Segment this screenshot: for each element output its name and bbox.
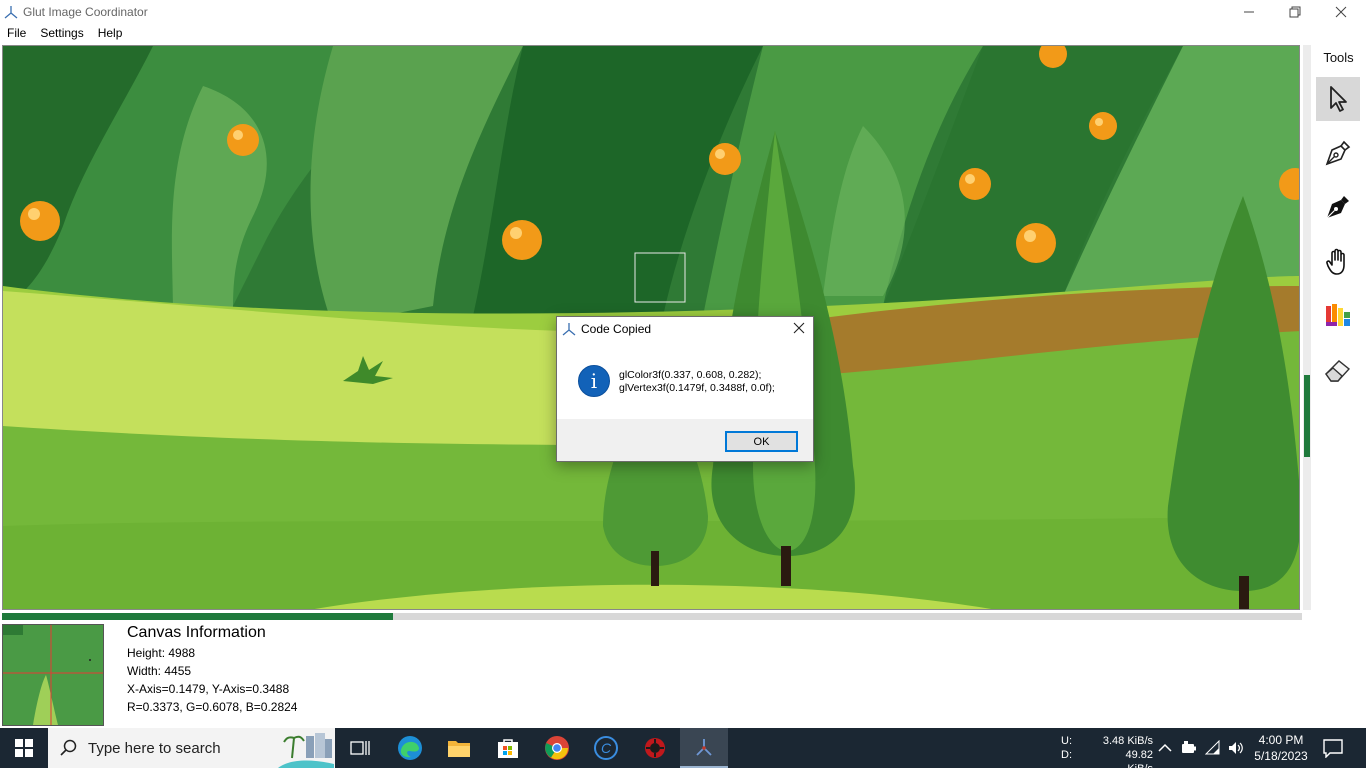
canvas-width: Width: 4455 — [127, 664, 192, 678]
dialog-close-button[interactable] — [785, 317, 813, 339]
code-copied-dialog: Code Copied i glColor3f(0.337, 0.608, 0.… — [556, 316, 814, 462]
minimize-button[interactable] — [1226, 0, 1272, 23]
eraser-icon — [1325, 360, 1351, 382]
ok-button[interactable]: OK — [725, 431, 798, 452]
taskbar: Type here to search C U: 3.48 KiB/s D: 4… — [0, 728, 1366, 775]
edge-taskbar-button[interactable] — [386, 728, 434, 768]
close-icon — [793, 322, 805, 334]
edge-icon — [398, 736, 422, 760]
red-app-taskbar-button[interactable] — [631, 728, 679, 768]
menu-settings[interactable]: Settings — [33, 23, 90, 43]
canvas-information: Canvas Information Height: 4988 Width: 4… — [127, 624, 297, 716]
volume-icon[interactable] — [1228, 740, 1244, 756]
ccleaner-taskbar-button[interactable]: C — [582, 728, 630, 768]
canvas-height: Height: 4988 — [127, 646, 196, 660]
restore-button[interactable] — [1272, 0, 1318, 23]
store-icon — [498, 739, 518, 758]
net-down-label: D: — [1061, 749, 1072, 761]
cursor-arrow-icon — [1330, 86, 1347, 112]
battery-icon[interactable] — [1181, 740, 1197, 756]
axis-coordinates: X-Axis=0.1479, Y-Axis=0.3488 — [127, 682, 290, 696]
eraser-tool-button[interactable] — [1316, 347, 1360, 391]
store-taskbar-button[interactable] — [484, 728, 532, 768]
canvas-thumbnail[interactable] — [2, 624, 104, 726]
dialog-message: glColor3f(0.337, 0.608, 0.282); glVertex3… — [619, 369, 775, 395]
app-red-icon — [645, 738, 665, 758]
pen-filled-tool-button[interactable] — [1316, 185, 1360, 229]
rgb-values: R=0.3373, G=0.6078, B=0.2824 — [127, 700, 298, 714]
chrome-icon — [545, 736, 569, 760]
info-icon: i — [578, 365, 610, 397]
search-placeholder: Type here to search — [88, 740, 221, 757]
dialog-body: i glColor3f(0.337, 0.608, 0.282); glVerte… — [557, 339, 813, 419]
app-logo-icon — [4, 6, 18, 19]
title-bar: Glut Image Coordinator — [0, 0, 1366, 23]
notification-center-icon[interactable] — [1322, 738, 1344, 758]
task-view-button[interactable] — [336, 728, 384, 768]
clock-time: 4:00 PM — [1258, 733, 1304, 747]
windows-logo-icon — [15, 739, 33, 757]
ccleaner-icon: C — [594, 736, 618, 760]
svg-text:C: C — [601, 740, 612, 756]
app-logo-icon — [562, 323, 576, 336]
menu-file[interactable]: File — [0, 23, 33, 43]
vertical-scroll-thumb[interactable] — [1304, 375, 1310, 457]
pen-nib-filled-icon — [1326, 196, 1349, 219]
menu-bar: File Settings Help — [0, 23, 1366, 43]
chrome-taskbar-button[interactable] — [533, 728, 581, 768]
tools-panel: Tools — [1311, 45, 1366, 610]
dialog-message-line-1: glColor3f(0.337, 0.608, 0.282); — [619, 369, 762, 381]
minimize-icon — [1244, 11, 1254, 12]
palette-tool-button[interactable] — [1316, 293, 1360, 337]
task-view-icon — [350, 741, 370, 755]
menu-help[interactable]: Help — [91, 23, 130, 43]
taskbar-search-box[interactable]: Type here to search — [48, 728, 335, 768]
system-clock[interactable]: 4:00 PM 5/18/2023 — [1250, 732, 1312, 764]
close-icon — [1335, 6, 1347, 17]
start-button[interactable] — [0, 728, 48, 768]
dialog-title: Code Copied — [581, 322, 652, 336]
pen-outline-tool-button[interactable] — [1316, 131, 1360, 175]
pen-nib-outline-icon — [1325, 140, 1351, 166]
chevron-up-icon[interactable] — [1157, 740, 1173, 756]
net-up-value: 3.48 KiB/s — [1102, 735, 1153, 747]
canvas-info-heading: Canvas Information — [127, 624, 266, 641]
file-explorer-icon — [448, 741, 470, 757]
select-tool-button[interactable] — [1316, 77, 1360, 121]
horizontal-scroll-thumb[interactable] — [2, 613, 393, 620]
net-up-label: U: — [1061, 735, 1072, 747]
search-icon — [60, 739, 77, 756]
tools-title: Tools — [1323, 50, 1354, 65]
hand-tool-button[interactable] — [1316, 239, 1360, 283]
window-title: Glut Image Coordinator — [23, 5, 148, 19]
wifi-icon[interactable] — [1205, 740, 1221, 756]
dialog-footer: OK — [557, 419, 813, 461]
search-highlight-icon — [278, 733, 334, 768]
palette-icon — [1326, 304, 1350, 326]
glut-app-taskbar-button[interactable] — [680, 728, 728, 768]
file-explorer-taskbar-button[interactable] — [435, 728, 483, 768]
dialog-message-line-2: glVertex3f(0.1479f, 0.3488f, 0.0f); — [619, 382, 775, 394]
restore-icon — [1289, 6, 1301, 17]
clock-date: 5/18/2023 — [1254, 749, 1308, 763]
thumbnail-image — [3, 625, 103, 725]
horizontal-scrollbar[interactable] — [2, 613, 1302, 620]
vertical-scrollbar[interactable] — [1303, 45, 1311, 610]
hand-icon — [1326, 248, 1345, 275]
net-down-value: 49.82 KiB/s — [1125, 749, 1153, 775]
glut-app-icon — [696, 739, 712, 756]
close-window-button[interactable] — [1318, 0, 1364, 23]
